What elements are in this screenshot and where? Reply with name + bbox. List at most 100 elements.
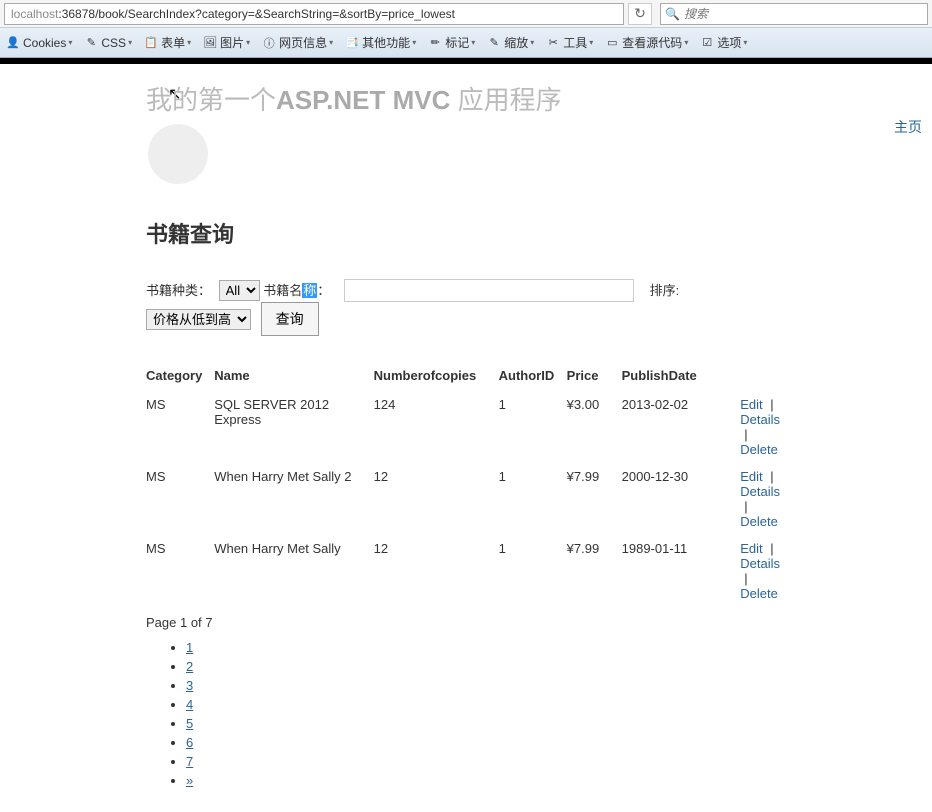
toolbar-item-css[interactable]: ✎CSS▾ [84, 36, 132, 50]
delete-link[interactable]: Delete [740, 514, 778, 529]
cell-publish: 1989-01-11 [622, 535, 741, 607]
cell-actions: Edit | Details | Delete [740, 463, 786, 535]
page-link[interactable]: 6 [186, 735, 193, 750]
toolbar-label: 选项 [717, 34, 741, 51]
pagination-list: 1 2 3 4 5 6 7 » [186, 640, 786, 788]
table-header-row: Category Name Numberofcopies AuthorID Pr… [146, 364, 786, 391]
toolbar-item-tools[interactable]: ✂工具▾ [546, 34, 593, 51]
page-item: 5 [186, 716, 786, 731]
details-link[interactable]: Details [740, 412, 780, 427]
chevron-down-icon: ▾ [684, 38, 688, 47]
toolbar-item-other[interactable]: 📑其他功能▾ [345, 34, 416, 51]
site-header: 我的第一个ASP.NET MVC 应用程序 主页 [0, 64, 932, 117]
query-button[interactable]: 查询 [261, 302, 319, 336]
edit-link[interactable]: Edit [740, 397, 762, 412]
cell-copies: 124 [374, 391, 499, 463]
toolbar-label: 查看源代码 [622, 34, 682, 51]
developer-toolbar: 👤Cookies▾✎CSS▾📋表单▾🖼图片▾ⓘ网页信息▾📑其他功能▾✏标记▾✎缩… [0, 28, 932, 58]
cell-publish: 2013-02-02 [622, 391, 741, 463]
sort-select[interactable]: 价格从低到高 [146, 309, 251, 330]
toolbar-item-zoom[interactable]: ✎缩放▾ [487, 34, 534, 51]
cell-name: When Harry Met Sally 2 [214, 463, 373, 535]
cookies-icon: 👤 [6, 36, 20, 50]
cell-actions: Edit | Details | Delete [740, 535, 786, 607]
title-suffix: 应用程序 [450, 85, 561, 115]
book-table: Category Name Numberofcopies AuthorID Pr… [146, 364, 786, 607]
cell-publish: 2000-12-30 [622, 463, 741, 535]
table-row: MSWhen Harry Met Sally 2121¥7.992000-12-… [146, 463, 786, 535]
toolbar-item-forms[interactable]: 📋表单▾ [144, 34, 191, 51]
chevron-down-icon: ▾ [329, 38, 333, 47]
cell-category: MS [146, 463, 214, 535]
nav-home-link[interactable]: 主页 [894, 117, 922, 137]
marker-icon: ✏ [428, 36, 442, 50]
page-link[interactable]: 4 [186, 697, 193, 712]
page-link[interactable]: 2 [186, 659, 193, 674]
pagination-info: Page 1 of 7 [146, 615, 786, 630]
category-select[interactable]: All [219, 280, 260, 301]
browser-search-box[interactable]: 🔍 [660, 3, 928, 25]
reload-icon: ↻ [634, 5, 646, 22]
toolbar-label: 其他功能 [362, 34, 410, 51]
chevron-down-icon: ▾ [589, 38, 593, 47]
chevron-down-icon: ▾ [412, 38, 416, 47]
chevron-down-icon: ▾ [530, 38, 534, 47]
forms-icon: 📋 [144, 36, 158, 50]
toolbar-item-options[interactable]: ☑选项▾ [700, 34, 747, 51]
delete-link[interactable]: Delete [740, 586, 778, 601]
source-icon: ▭ [605, 36, 619, 50]
page-item: 1 [186, 640, 786, 655]
page-item: 2 [186, 659, 786, 674]
title-bold: ASP.NET MVC [276, 85, 450, 115]
toolbar-item-pageinfo[interactable]: ⓘ网页信息▾ [262, 34, 333, 51]
browser-search-input[interactable] [684, 7, 923, 21]
th-category: Category [146, 364, 214, 391]
cell-author: 1 [499, 391, 567, 463]
page-content: ↖ 我的第一个ASP.NET MVC 应用程序 主页 书籍查询 书籍种类： Al… [0, 64, 932, 812]
details-link[interactable]: Details [740, 484, 780, 499]
page-link[interactable]: » [186, 773, 193, 788]
th-name: Name [214, 364, 373, 391]
chevron-down-icon: ▾ [187, 38, 191, 47]
url-input[interactable]: localhost:36878/book/SearchIndex?categor… [4, 3, 624, 25]
pageinfo-icon: ⓘ [262, 36, 276, 50]
url-path: :36878/book/SearchIndex?category=&Search… [58, 7, 455, 21]
toolbar-label: 网页信息 [279, 34, 327, 51]
category-label: 书籍种类： [146, 283, 211, 298]
delete-link[interactable]: Delete [740, 442, 778, 457]
cell-author: 1 [499, 535, 567, 607]
tools-icon: ✂ [546, 36, 560, 50]
cell-price: ¥7.99 [567, 535, 622, 607]
title-prefix: 我的第一个 [146, 85, 276, 115]
reload-button[interactable]: ↻ [628, 3, 652, 25]
cell-author: 1 [499, 463, 567, 535]
toolbar-label: 工具 [563, 34, 587, 51]
cell-category: MS [146, 391, 214, 463]
details-link[interactable]: Details [740, 556, 780, 571]
th-author: AuthorID [499, 364, 567, 391]
name-input[interactable] [344, 279, 634, 302]
toolbar-item-images[interactable]: 🖼图片▾ [203, 34, 250, 51]
edit-link[interactable]: Edit [740, 541, 762, 556]
browser-address-bar: localhost:36878/book/SearchIndex?categor… [0, 0, 932, 28]
page-title: 书籍查询 [146, 217, 786, 249]
cell-actions: Edit | Details | Delete [740, 391, 786, 463]
table-row: MSSQL SERVER 2012 Express1241¥3.002013-0… [146, 391, 786, 463]
chevron-down-icon: ▾ [471, 38, 475, 47]
page-link[interactable]: 5 [186, 716, 193, 731]
toolbar-item-cookies[interactable]: 👤Cookies▾ [6, 36, 72, 50]
toolbar-label: 标记 [445, 34, 469, 51]
chevron-down-icon: ▾ [743, 38, 747, 47]
toolbar-label: 图片 [220, 34, 244, 51]
page-link[interactable]: 1 [186, 640, 193, 655]
page-item: 6 [186, 735, 786, 750]
toolbar-item-source[interactable]: ▭查看源代码▾ [605, 34, 688, 51]
page-item: 4 [186, 697, 786, 712]
page-link[interactable]: 3 [186, 678, 193, 693]
page-link[interactable]: 7 [186, 754, 193, 769]
filter-row: 书籍种类： All 书籍名称： 排序: 价格从低到高 查询 [146, 279, 786, 336]
th-actions [740, 364, 786, 391]
page-item: 3 [186, 678, 786, 693]
toolbar-item-marker[interactable]: ✏标记▾ [428, 34, 475, 51]
edit-link[interactable]: Edit [740, 469, 762, 484]
